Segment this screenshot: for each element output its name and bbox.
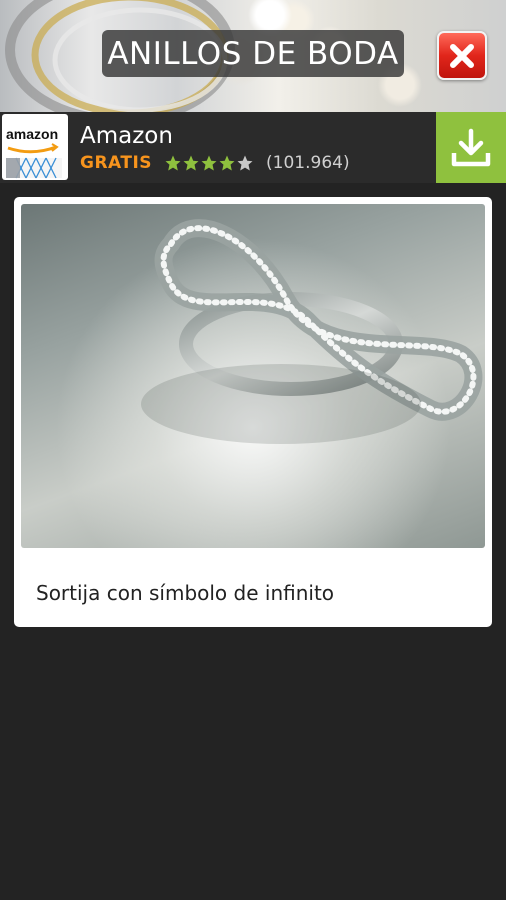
cart-icon bbox=[6, 143, 62, 179]
star-icon bbox=[201, 155, 217, 171]
header-banner: ANILLOS DE BODA bbox=[0, 0, 506, 112]
ad-app-name: Amazon bbox=[80, 123, 173, 149]
close-icon bbox=[450, 43, 474, 68]
review-count: (101.964) bbox=[266, 153, 350, 173]
rating-stars bbox=[164, 154, 254, 172]
page-title: ANILLOS DE BODA bbox=[102, 30, 404, 77]
star-icon bbox=[183, 155, 199, 171]
star-icon-empty bbox=[237, 155, 253, 171]
infinity-ring-image bbox=[141, 219, 483, 444]
ad-meta: GRATIS (101.964) bbox=[80, 152, 350, 174]
amazon-app-icon: amazon bbox=[2, 114, 68, 180]
card-caption: Sortija con símbolo de infinito bbox=[36, 581, 335, 605]
infinity-ring-photo[interactable] bbox=[21, 204, 485, 548]
ring-card[interactable]: Sortija con símbolo de infinito bbox=[14, 197, 492, 627]
ad-banner[interactable]: amazon Amazon GRATIS (101.964) bbox=[0, 112, 506, 183]
star-icon bbox=[165, 155, 181, 171]
ad-price: GRATIS bbox=[80, 153, 153, 173]
download-button[interactable] bbox=[436, 112, 506, 183]
close-button[interactable] bbox=[437, 31, 487, 80]
star-icon bbox=[219, 155, 235, 171]
download-icon bbox=[451, 128, 491, 166]
